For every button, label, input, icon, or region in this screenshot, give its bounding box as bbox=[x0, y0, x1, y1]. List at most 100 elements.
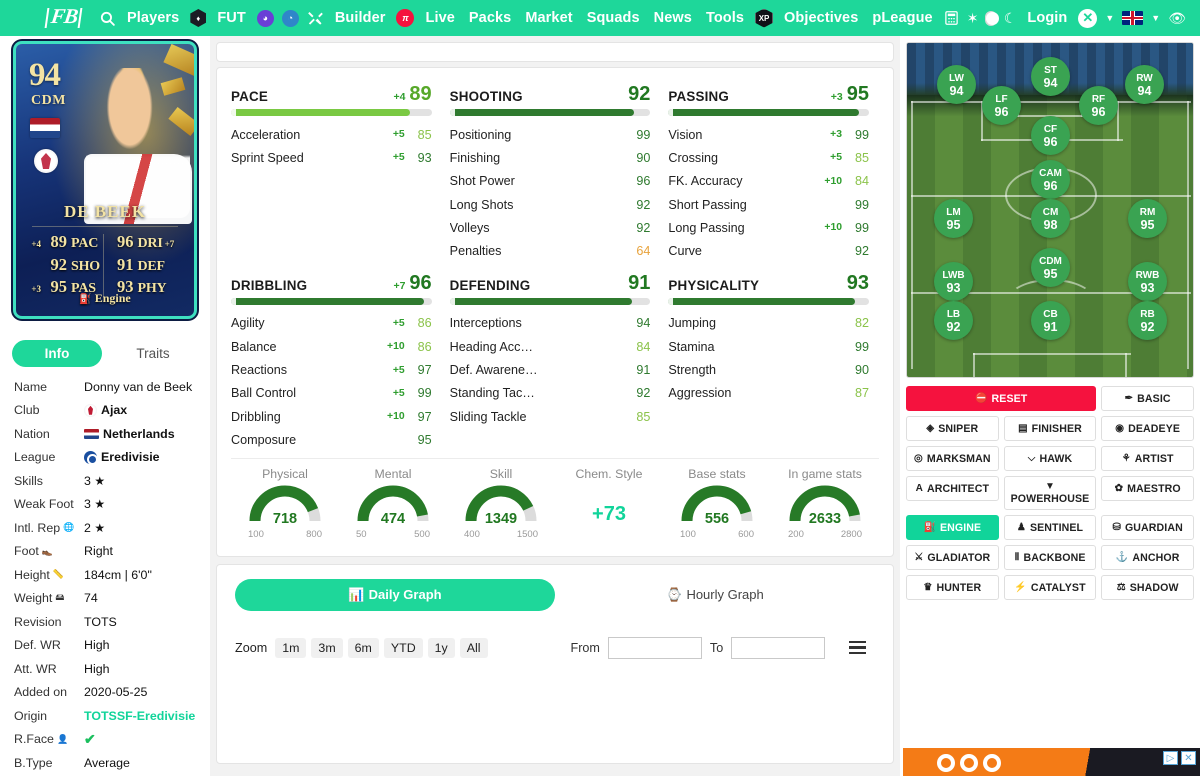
nav-item-tools[interactable]: Tools bbox=[706, 10, 744, 26]
chem-style-engine[interactable]: ⛽ ENGINE bbox=[906, 515, 999, 540]
position-rb[interactable]: RB 92 bbox=[1128, 301, 1167, 340]
zoom-1y-button[interactable]: 1y bbox=[427, 637, 455, 658]
advertisement-banner[interactable]: ▷ ✕ bbox=[903, 748, 1200, 776]
xbox-icon[interactable]: ✕ bbox=[1078, 8, 1098, 28]
position-rw[interactable]: RW 94 bbox=[1125, 65, 1164, 104]
nav-item-players[interactable]: Players bbox=[127, 10, 179, 26]
stat-delta: +5 bbox=[830, 152, 843, 164]
chem-style-finisher[interactable]: ▤ FINISHER bbox=[1003, 416, 1097, 441]
tab-hourly-graph[interactable]: ⌚ Hourly Graph bbox=[555, 579, 875, 611]
ad-close-icon[interactable]: ✕ bbox=[1181, 751, 1196, 765]
chem-style-artist[interactable]: ⚘ ARTIST bbox=[1101, 446, 1194, 471]
chem-style-sniper[interactable]: ◈ SNIPER bbox=[906, 416, 999, 441]
position-lm[interactable]: LM 95 bbox=[934, 199, 973, 238]
xp-hex-icon[interactable]: XP bbox=[755, 8, 774, 28]
position-lwb[interactable]: LWB 93 bbox=[934, 262, 973, 301]
purple-badge-icon[interactable]: ◕ bbox=[256, 9, 274, 27]
stat-row: Sliding Tackle 85 bbox=[450, 405, 651, 428]
zoom-1m-button[interactable]: 1m bbox=[275, 637, 307, 658]
nav-item-objectives[interactable]: Objectives bbox=[784, 10, 858, 26]
position-cf[interactable]: CF 96 bbox=[1031, 116, 1070, 155]
chem-style-powerhouse[interactable]: ▼ POWERHOUSE bbox=[1003, 476, 1097, 510]
card-chem-style: ⛽ Engine bbox=[79, 291, 131, 305]
tab-info[interactable]: Info bbox=[12, 340, 102, 367]
player-card[interactable]: 94 CDM DE BEEK +4 89 PAC 92 SHO +3 95 PAS 96 D… bbox=[16, 44, 194, 316]
tab-daily-graph[interactable]: 📊 Daily Graph bbox=[235, 578, 555, 611]
info-row: Weight 🖴 74 bbox=[14, 587, 210, 611]
chem-style-maestro[interactable]: ✿ MAESTRO bbox=[1101, 476, 1194, 501]
login-button[interactable]: Login bbox=[1027, 10, 1067, 26]
zoom-ytd-button[interactable]: YTD bbox=[383, 637, 423, 658]
position-rf[interactable]: RF 96 bbox=[1079, 86, 1118, 125]
chem-style-deadeye[interactable]: ◉ DEADEYE bbox=[1101, 416, 1194, 441]
search-icon[interactable] bbox=[99, 10, 116, 27]
position-cb[interactable]: CB 91 bbox=[1031, 301, 1070, 340]
info-row-value: 184cm | 6'0" bbox=[84, 567, 152, 582]
eye-icon[interactable]: 👁 bbox=[1168, 10, 1186, 27]
from-date-input[interactable] bbox=[607, 636, 702, 659]
position-rating: 91 bbox=[1043, 319, 1058, 334]
nav-item-news[interactable]: News bbox=[654, 10, 692, 26]
chevron-down-icon-lang[interactable]: ▼ bbox=[1151, 13, 1160, 23]
chem-style-gladiator[interactable]: ⚔ GLADIATOR bbox=[906, 545, 999, 570]
nav-item-packs[interactable]: Packs bbox=[469, 10, 511, 26]
hamburger-menu-icon[interactable] bbox=[849, 640, 867, 655]
nav-item-live[interactable]: Live bbox=[425, 10, 454, 26]
to-date-input[interactable] bbox=[731, 636, 826, 659]
stat-name: Dribbling bbox=[231, 409, 281, 424]
zoom-6m-button[interactable]: 6m bbox=[347, 637, 379, 658]
theme-toggle[interactable] bbox=[985, 10, 1000, 26]
nav-item-builder[interactable]: Builder bbox=[335, 10, 386, 26]
chem-style-reset[interactable]: ⛔ RESET bbox=[906, 386, 1097, 411]
check-icon: ✔ bbox=[84, 730, 96, 747]
zoom-all-button[interactable]: All bbox=[459, 637, 488, 658]
nav-item-pleague[interactable]: pLeague bbox=[872, 10, 932, 26]
chem-style-shadow[interactable]: ⚖ SHADOW bbox=[1101, 575, 1194, 600]
chem-style-catalyst[interactable]: ⚡ CATALYST bbox=[1003, 575, 1097, 600]
chem-style-hawk[interactable]: ⌵ HAWK bbox=[1003, 446, 1097, 471]
chem-style-icon: ⚘ bbox=[1121, 453, 1131, 464]
nav-item-fut[interactable]: FUT bbox=[217, 10, 246, 26]
position-lf[interactable]: LF 96 bbox=[982, 86, 1021, 125]
position-rm[interactable]: RM 95 bbox=[1128, 199, 1167, 238]
position-lw[interactable]: LW 94 bbox=[937, 65, 976, 104]
nav-item-squads[interactable]: Squads bbox=[587, 10, 640, 26]
chevron-down-icon[interactable]: ▼ bbox=[1105, 13, 1114, 23]
chem-style-marksman[interactable]: ◎ MARKSMAN bbox=[906, 446, 999, 471]
position-rwb[interactable]: RWB 93 bbox=[1128, 262, 1167, 301]
chem-style-backbone[interactable]: Ⅱ BACKBONE bbox=[1003, 545, 1097, 570]
stat-name: Def. Awarene… bbox=[449, 363, 538, 378]
chem-style-icon: ◉ bbox=[1115, 423, 1125, 434]
stat-group-bar bbox=[668, 297, 870, 305]
calculator-icon[interactable] bbox=[944, 10, 959, 26]
position-lb[interactable]: LB 92 bbox=[934, 301, 973, 340]
position-label: LW bbox=[949, 72, 964, 84]
position-cam[interactable]: CAM 96 bbox=[1031, 160, 1070, 199]
blue-badge-icon[interactable]: ◔ bbox=[281, 9, 299, 27]
chem-style-sentinel[interactable]: ♟ SENTINEL bbox=[1003, 515, 1097, 540]
site-logo[interactable]: FB bbox=[44, 4, 83, 28]
chem-style-anchor[interactable]: ⚓ ANCHOR bbox=[1101, 545, 1194, 570]
position-label: CM bbox=[1042, 206, 1059, 218]
stat-delta: +5 bbox=[392, 364, 405, 376]
nav-item-market[interactable]: Market bbox=[525, 10, 572, 26]
chem-style-basic[interactable]: ✒ BASIC bbox=[1101, 386, 1194, 411]
fut-hex-icon[interactable]: ♦ bbox=[190, 9, 207, 27]
position-cdm[interactable]: CDM 95 bbox=[1031, 248, 1070, 287]
chem-style-architect[interactable]: Α ARCHITECT bbox=[906, 476, 999, 501]
position-cm[interactable]: CM 98 bbox=[1031, 199, 1070, 238]
star-icon: ★ bbox=[94, 497, 106, 512]
uk-flag-icon[interactable] bbox=[1122, 11, 1144, 25]
positions-pitch: LW 94 LF 96 ST 94 RF 96 RW 94 CF 96 CAM … bbox=[906, 42, 1194, 378]
zoom-3m-button[interactable]: 3m bbox=[311, 637, 343, 658]
stat-group-delta: +3 bbox=[830, 91, 843, 103]
position-st[interactable]: ST 94 bbox=[1031, 57, 1070, 96]
tools-icon[interactable] bbox=[307, 10, 324, 26]
chem-style-hunter[interactable]: ♛ HUNTER bbox=[906, 575, 999, 600]
live-circle-icon[interactable]: π bbox=[396, 9, 415, 27]
ad-info-icon[interactable]: ▷ bbox=[1163, 751, 1178, 765]
page-body: 94 CDM DE BEEK +4 89 PAC 92 SHO +3 95 PAS 96 D… bbox=[0, 36, 1200, 776]
chem-style-guardian[interactable]: ⛁ GUARDIAN bbox=[1101, 515, 1194, 540]
tab-traits[interactable]: Traits bbox=[108, 340, 198, 367]
stat-name: Curve bbox=[668, 244, 702, 259]
